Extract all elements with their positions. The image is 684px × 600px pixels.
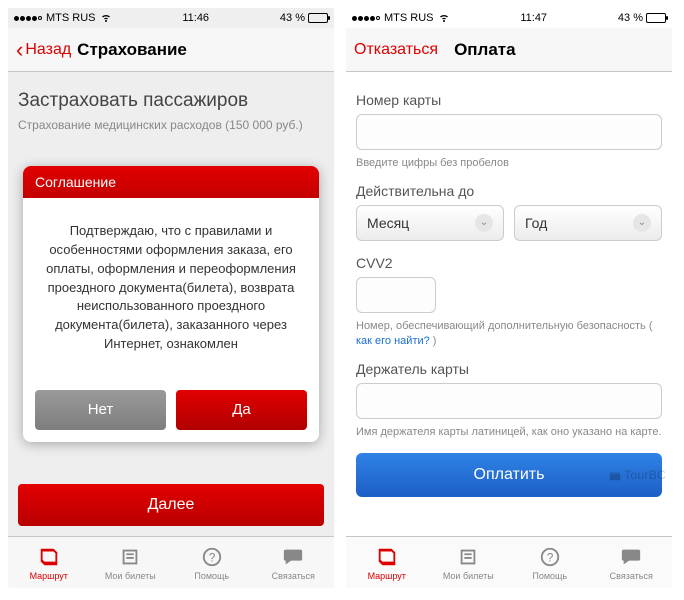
cancel-button[interactable]: Отказаться	[354, 41, 438, 59]
help-icon: ?	[200, 545, 224, 569]
carrier-label: MTS RUS	[46, 12, 96, 24]
tab-label: Помощь	[194, 571, 229, 581]
tickets-icon	[118, 545, 142, 569]
svg-text:?: ?	[208, 550, 215, 564]
holder-label: Держатель карты	[356, 361, 662, 377]
tab-bar: Маршрут Мои билеты ? Помощь Связаться	[8, 536, 334, 588]
expiry-row: Месяц ⌄ Год ⌄	[356, 205, 662, 241]
castle-icon	[608, 468, 622, 482]
dialog-title: Соглашение	[23, 166, 319, 198]
accept-button[interactable]: Да	[176, 390, 307, 430]
select-label: Год	[525, 215, 547, 231]
decline-button[interactable]: Нет	[35, 390, 166, 430]
route-icon	[375, 545, 399, 569]
nav-bar: Отказаться Оплата	[346, 28, 672, 72]
wifi-icon	[100, 11, 112, 26]
tab-label: Связаться	[272, 571, 315, 581]
chevron-down-icon: ⌄	[633, 214, 651, 232]
dialog-actions: Нет Да	[23, 378, 319, 442]
help-icon: ?	[538, 545, 562, 569]
status-bar: MTS RUS 11:47 43 %	[346, 8, 672, 28]
expiry-year-select[interactable]: Год ⌄	[514, 205, 662, 241]
tab-contact[interactable]: Связаться	[591, 537, 673, 588]
tab-label: Помощь	[532, 571, 567, 581]
screen-payment: MTS RUS 11:47 43 % Отказаться Оплата Ном…	[346, 8, 672, 588]
cvv-hint-pre: Номер, обеспечивающий дополнительную без…	[356, 320, 653, 332]
back-button[interactable]: ‹ Назад	[16, 39, 71, 61]
page-title: Оплата	[454, 40, 516, 60]
battery-pct: 43 %	[280, 12, 305, 24]
dialog-body: Подтверждаю, что с правилами и особеннос…	[23, 198, 319, 378]
tab-label: Маршрут	[30, 571, 68, 581]
tab-route[interactable]: Маршрут	[8, 537, 90, 588]
battery-pct: 43 %	[618, 12, 643, 24]
status-bar: MTS RUS 11:46 43 %	[8, 8, 334, 28]
nav-bar: ‹ Назад Страхование	[8, 28, 334, 72]
chevron-left-icon: ‹	[16, 39, 23, 61]
tab-bar: Маршрут Мои билеты ? Помощь Связаться	[346, 536, 672, 588]
modal-overlay: Соглашение Подтверждаю, что с правилами …	[8, 72, 334, 536]
signal-icon	[352, 16, 380, 21]
cvv-label: CVV2	[356, 255, 662, 271]
chat-icon	[619, 545, 643, 569]
content-area: Застраховать пассажиров Страхование меди…	[8, 72, 334, 536]
clock: 11:47	[520, 12, 547, 24]
wifi-icon	[438, 11, 450, 26]
tab-help[interactable]: ? Помощь	[171, 537, 253, 588]
holder-input[interactable]	[356, 383, 662, 419]
chevron-down-icon: ⌄	[475, 214, 493, 232]
holder-hint: Имя держателя карты латиницей, как оно у…	[356, 425, 662, 440]
expiry-month-select[interactable]: Месяц ⌄	[356, 205, 504, 241]
svg-text:?: ?	[546, 550, 553, 564]
watermark: TourBC	[608, 468, 666, 482]
tab-tickets[interactable]: Мои билеты	[428, 537, 510, 588]
clock: 11:46	[182, 12, 209, 24]
battery-icon	[308, 13, 328, 23]
content-area: Номер карты Введите цифры без пробелов Д…	[346, 72, 672, 536]
route-icon	[37, 545, 61, 569]
watermark-text: TourBC	[624, 468, 666, 482]
tab-label: Мои билеты	[105, 571, 156, 581]
card-number-input[interactable]	[356, 114, 662, 150]
tab-tickets[interactable]: Мои билеты	[90, 537, 172, 588]
back-label: Назад	[25, 41, 71, 59]
chat-icon	[281, 545, 305, 569]
cvv-hint: Номер, обеспечивающий дополнительную без…	[356, 319, 662, 349]
cvv-help-link[interactable]: как его найти?	[356, 335, 430, 347]
tickets-icon	[456, 545, 480, 569]
expiry-label: Действительна до	[356, 183, 662, 199]
page-title: Страхование	[77, 40, 187, 60]
tab-contact[interactable]: Связаться	[253, 537, 335, 588]
card-number-label: Номер карты	[356, 92, 662, 108]
carrier-label: MTS RUS	[384, 12, 434, 24]
card-number-hint: Введите цифры без пробелов	[356, 156, 662, 171]
screen-insurance: MTS RUS 11:46 43 % ‹ Назад Страхование З…	[8, 8, 334, 588]
tab-label: Маршрут	[368, 571, 406, 581]
tab-help[interactable]: ? Помощь	[509, 537, 591, 588]
tab-label: Связаться	[610, 571, 653, 581]
tab-route[interactable]: Маршрут	[346, 537, 428, 588]
battery-icon	[646, 13, 666, 23]
cvv-hint-post: )	[430, 335, 437, 347]
tab-label: Мои билеты	[443, 571, 494, 581]
signal-icon	[14, 16, 42, 21]
select-label: Месяц	[367, 215, 409, 231]
cvv-input[interactable]	[356, 277, 436, 313]
agreement-dialog: Соглашение Подтверждаю, что с правилами …	[23, 166, 319, 442]
